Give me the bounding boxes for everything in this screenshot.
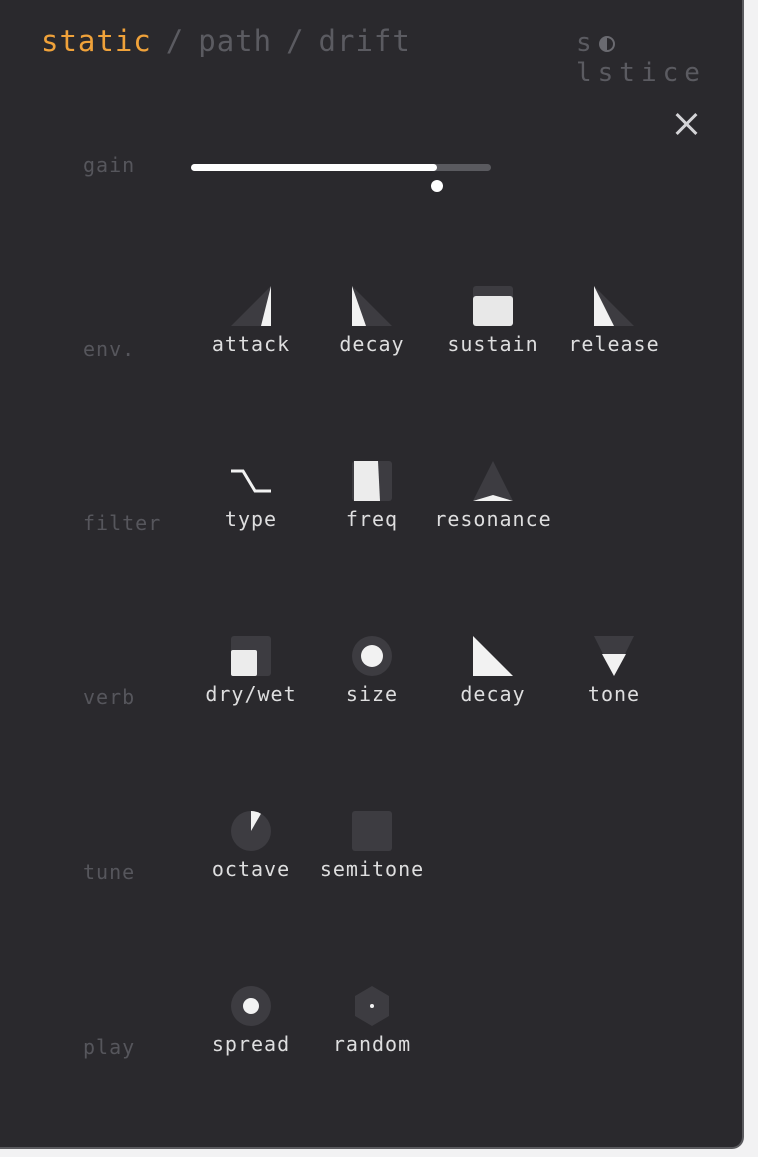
decay-ramp-icon: [473, 636, 513, 676]
hexagon-icon: [352, 986, 392, 1026]
filter-freq-control[interactable]: freq: [312, 461, 432, 531]
nav-separator: /: [165, 24, 185, 58]
control-label: type: [224, 507, 278, 531]
sustain-level-icon: [473, 286, 513, 326]
row-label-filter: filter: [83, 511, 162, 535]
tab-static[interactable]: static: [41, 24, 152, 58]
size-circle-icon: [352, 636, 392, 676]
app-logo: slstice: [576, 28, 742, 88]
reverb-drywet-control[interactable]: dry/wet: [191, 636, 311, 706]
logo-text-start: s: [576, 28, 598, 58]
release-ramp-icon: [594, 286, 634, 326]
close-icon[interactable]: [670, 108, 702, 140]
reverb-tone-control[interactable]: tone: [554, 636, 674, 706]
gain-label: gain: [83, 153, 136, 177]
control-label: random: [332, 1032, 412, 1056]
semitone-control[interactable]: semitone: [312, 811, 432, 881]
control-label: semitone: [319, 857, 425, 881]
control-label: spread: [211, 1032, 291, 1056]
control-label: size: [345, 682, 399, 706]
row-label-verb: verb: [83, 685, 136, 709]
resonance-peak-icon: [473, 461, 513, 501]
row-label-env: env.: [83, 337, 136, 361]
filter-type-control[interactable]: type: [191, 461, 311, 531]
control-label: decay: [339, 332, 405, 356]
octave-control[interactable]: octave: [191, 811, 311, 881]
frequency-icon: [352, 461, 392, 501]
decay-control[interactable]: decay: [312, 286, 432, 356]
logo-text-end: lstice: [576, 58, 706, 88]
spread-circle-icon: [231, 986, 271, 1026]
settings-panel: static / path / drift slstice gain env. atta…: [0, 0, 744, 1149]
attack-control[interactable]: attack: [191, 286, 311, 356]
release-control[interactable]: release: [554, 286, 674, 356]
tab-path[interactable]: path: [198, 24, 272, 58]
control-label: sustain: [447, 332, 539, 356]
control-label: freq: [345, 507, 399, 531]
control-label: attack: [211, 332, 291, 356]
sustain-control[interactable]: sustain: [433, 286, 553, 356]
random-control[interactable]: random: [312, 986, 432, 1056]
half-circle-icon: [598, 36, 615, 52]
reverb-size-control[interactable]: size: [312, 636, 432, 706]
decay-ramp-icon: [352, 286, 392, 326]
mode-nav: static / path / drift: [41, 24, 411, 58]
octave-dial-icon: [231, 811, 271, 851]
control-label: resonance: [434, 507, 552, 531]
row-label-tune: tune: [83, 860, 136, 884]
attack-ramp-icon: [231, 286, 271, 326]
filter-resonance-control[interactable]: resonance: [433, 461, 553, 531]
gain-slider-fill: [191, 164, 437, 171]
tab-drift[interactable]: drift: [319, 24, 411, 58]
control-label: tone: [587, 682, 641, 706]
control-label: dry/wet: [205, 682, 297, 706]
mix-icon: [231, 636, 271, 676]
row-label-play: play: [83, 1035, 136, 1059]
lowpass-filter-icon: [231, 461, 271, 501]
reverb-decay-control[interactable]: decay: [433, 636, 553, 706]
control-label: release: [568, 332, 660, 356]
gain-slider-handle[interactable]: [431, 180, 443, 192]
control-label: decay: [460, 682, 526, 706]
nav-separator: /: [286, 24, 305, 58]
tone-triangle-icon: [594, 636, 634, 676]
control-label: octave: [211, 857, 291, 881]
spread-control[interactable]: spread: [191, 986, 311, 1056]
gain-slider[interactable]: [191, 164, 491, 171]
semitone-square-icon: [352, 811, 392, 851]
